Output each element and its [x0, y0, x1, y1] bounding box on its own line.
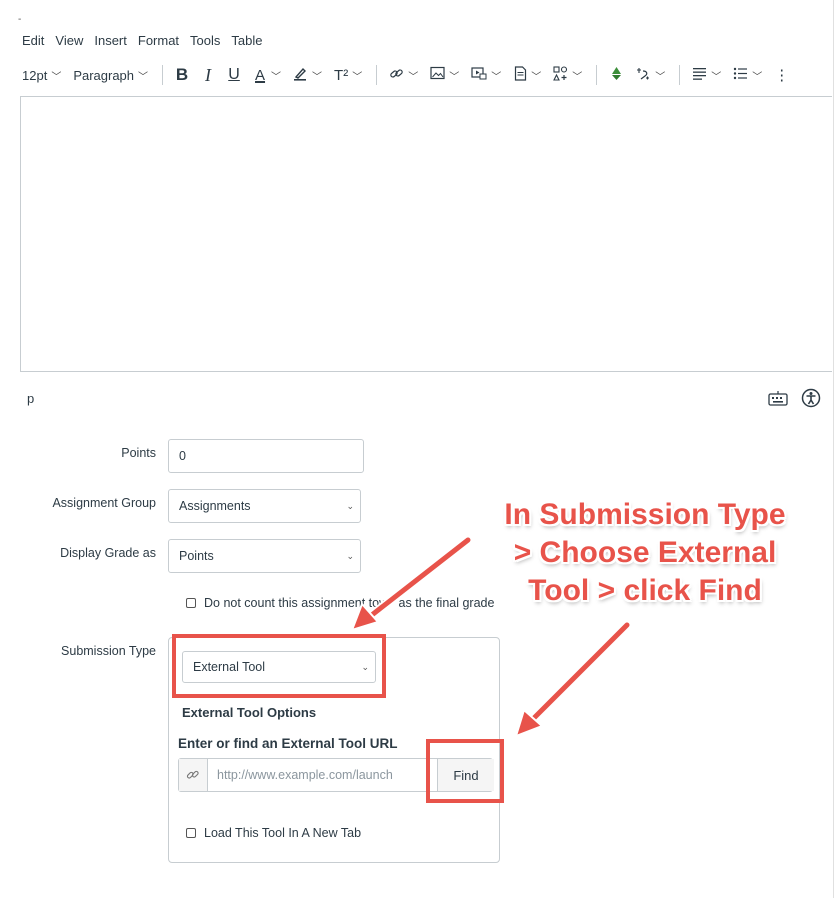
recycle-button[interactable]: [609, 66, 624, 85]
document-button[interactable]: ﹀: [513, 65, 542, 85]
assignment-group-value: Assignments: [179, 499, 251, 513]
menu-format[interactable]: Format: [138, 33, 179, 51]
chevron-down-icon: ﹀: [491, 71, 502, 83]
editor-toolbar: 12pt ﹀ Paragraph ﹀ B I U A ﹀ ﹀ T² ﹀ ﹀ ﹀ …: [22, 62, 836, 88]
keyboard-icon[interactable]: [768, 391, 788, 407]
external-tool-url-heading: Enter or find an External Tool URL: [178, 736, 398, 751]
accessibility-checker-icon[interactable]: [801, 388, 821, 408]
instruction-annotation: In Submission Type > Choose External Too…: [480, 496, 810, 610]
omit-from-final-grade-row: Do not count this assignment tow as the …: [186, 596, 494, 610]
underline-button[interactable]: U: [227, 66, 241, 84]
chevron-down-icon: ﹀: [449, 71, 460, 83]
display-grade-select[interactable]: Points ⌄: [168, 539, 361, 573]
chevron-down-icon: ﹀: [408, 71, 419, 83]
link-icon: [389, 66, 404, 85]
link-icon: [179, 759, 208, 791]
font-size-select[interactable]: 12pt ﹀: [22, 68, 61, 83]
arrow-to-submission-type: [350, 535, 473, 632]
block-format-select[interactable]: Paragraph ﹀: [73, 68, 148, 83]
apps-icon: [553, 65, 568, 85]
chevron-down-icon: ﹀: [752, 71, 763, 83]
more-button[interactable]: ⋮: [774, 66, 789, 84]
load-new-tab-row: Load This Tool In A New Tab: [186, 826, 361, 840]
annotation-line: Tool > click Find: [528, 574, 762, 607]
chevron-down-icon: ﹀: [572, 71, 583, 83]
superscript-button[interactable]: T² ﹀: [334, 67, 362, 84]
toolbar-divider: [679, 65, 681, 85]
editor-status-path[interactable]: p: [27, 391, 34, 406]
unlink-button[interactable]: ﹀: [636, 66, 665, 85]
list-icon: [733, 67, 748, 84]
menu-tools[interactable]: Tools: [190, 33, 220, 51]
document-icon: [513, 65, 527, 85]
omit-from-final-grade-checkbox[interactable]: [186, 598, 196, 608]
display-grade-value: Points: [179, 549, 214, 563]
align-icon: [692, 67, 707, 84]
text-color-icon: A: [255, 66, 266, 84]
italic-icon: I: [205, 64, 212, 85]
more-icon: ⋮: [774, 67, 790, 84]
bold-icon: B: [175, 65, 189, 84]
italic-button[interactable]: I: [201, 65, 215, 86]
corner-mark: -: [18, 14, 22, 25]
external-tool-url-input[interactable]: http://www.example.com/launch: [217, 768, 393, 782]
align-button[interactable]: ﹀: [692, 67, 721, 84]
highlighter-icon: [293, 66, 308, 85]
external-tool-options-heading: External Tool Options: [182, 705, 317, 720]
highlight-color-button[interactable]: ﹀: [293, 66, 322, 85]
chevron-down-icon: ﹀: [711, 71, 722, 83]
right-edge-divider: [833, 0, 834, 898]
chevron-down-icon: ⌄: [346, 500, 354, 511]
bold-button[interactable]: B: [175, 65, 189, 85]
underline-icon: U: [228, 66, 240, 83]
chevron-down-icon: ﹀: [312, 71, 323, 83]
rich-content-editor[interactable]: [20, 96, 832, 372]
recycle-icon: [609, 66, 624, 85]
points-value: 0: [179, 449, 186, 463]
chevron-down-icon: ﹀: [655, 71, 666, 83]
load-new-tab-checkbox[interactable]: [186, 828, 196, 838]
display-grade-label: Display Grade as: [60, 546, 156, 560]
submission-type-highlight: [172, 634, 386, 698]
chevron-down-icon: ⌄: [346, 550, 354, 561]
submission-type-label: Submission Type: [61, 644, 156, 658]
chevron-down-icon: ﹀: [51, 71, 62, 83]
list-button[interactable]: ﹀: [733, 67, 762, 84]
link-button[interactable]: ﹀: [389, 66, 418, 85]
toolbar-divider: [376, 65, 378, 85]
arrow-to-find-button: [514, 620, 632, 738]
image-icon: [430, 66, 445, 84]
toolbar-divider: [596, 65, 598, 85]
chevron-down-icon: ﹀: [352, 71, 363, 83]
toolbar-divider: [162, 65, 164, 85]
text-color-button[interactable]: A ﹀: [253, 67, 281, 84]
load-new-tab-label: Load This Tool In A New Tab: [204, 826, 362, 840]
image-button[interactable]: ﹀: [430, 66, 459, 84]
assignment-group-label: Assignment Group: [52, 496, 156, 510]
annotation-line: In Submission Type: [504, 498, 786, 531]
annotation-line: > Choose External: [513, 536, 777, 569]
media-icon: [471, 66, 487, 84]
points-input[interactable]: 0: [168, 439, 364, 473]
points-label: Points: [121, 446, 156, 460]
chevron-down-icon: ﹀: [531, 71, 542, 83]
assignment-group-select[interactable]: Assignments ⌄: [168, 489, 361, 523]
editor-menubar: Edit View Insert Format Tools Table: [22, 33, 273, 51]
menu-table[interactable]: Table: [231, 33, 262, 51]
media-button[interactable]: ﹀: [471, 66, 501, 84]
menu-view[interactable]: View: [55, 33, 83, 51]
omit-from-final-grade-label: Do not count this assignment tow as the …: [204, 596, 495, 610]
font-size-value: 12pt: [22, 67, 48, 83]
chevron-down-icon: ﹀: [138, 71, 149, 83]
menu-edit[interactable]: Edit: [22, 33, 44, 51]
unlink-icon: [636, 66, 651, 85]
superscript-icon: T²: [334, 66, 349, 84]
apps-button[interactable]: ﹀: [553, 65, 583, 85]
chevron-down-icon: ﹀: [271, 71, 282, 83]
block-format-value: Paragraph: [73, 67, 135, 83]
find-button-highlight: [426, 739, 504, 803]
menu-insert[interactable]: Insert: [94, 33, 127, 51]
